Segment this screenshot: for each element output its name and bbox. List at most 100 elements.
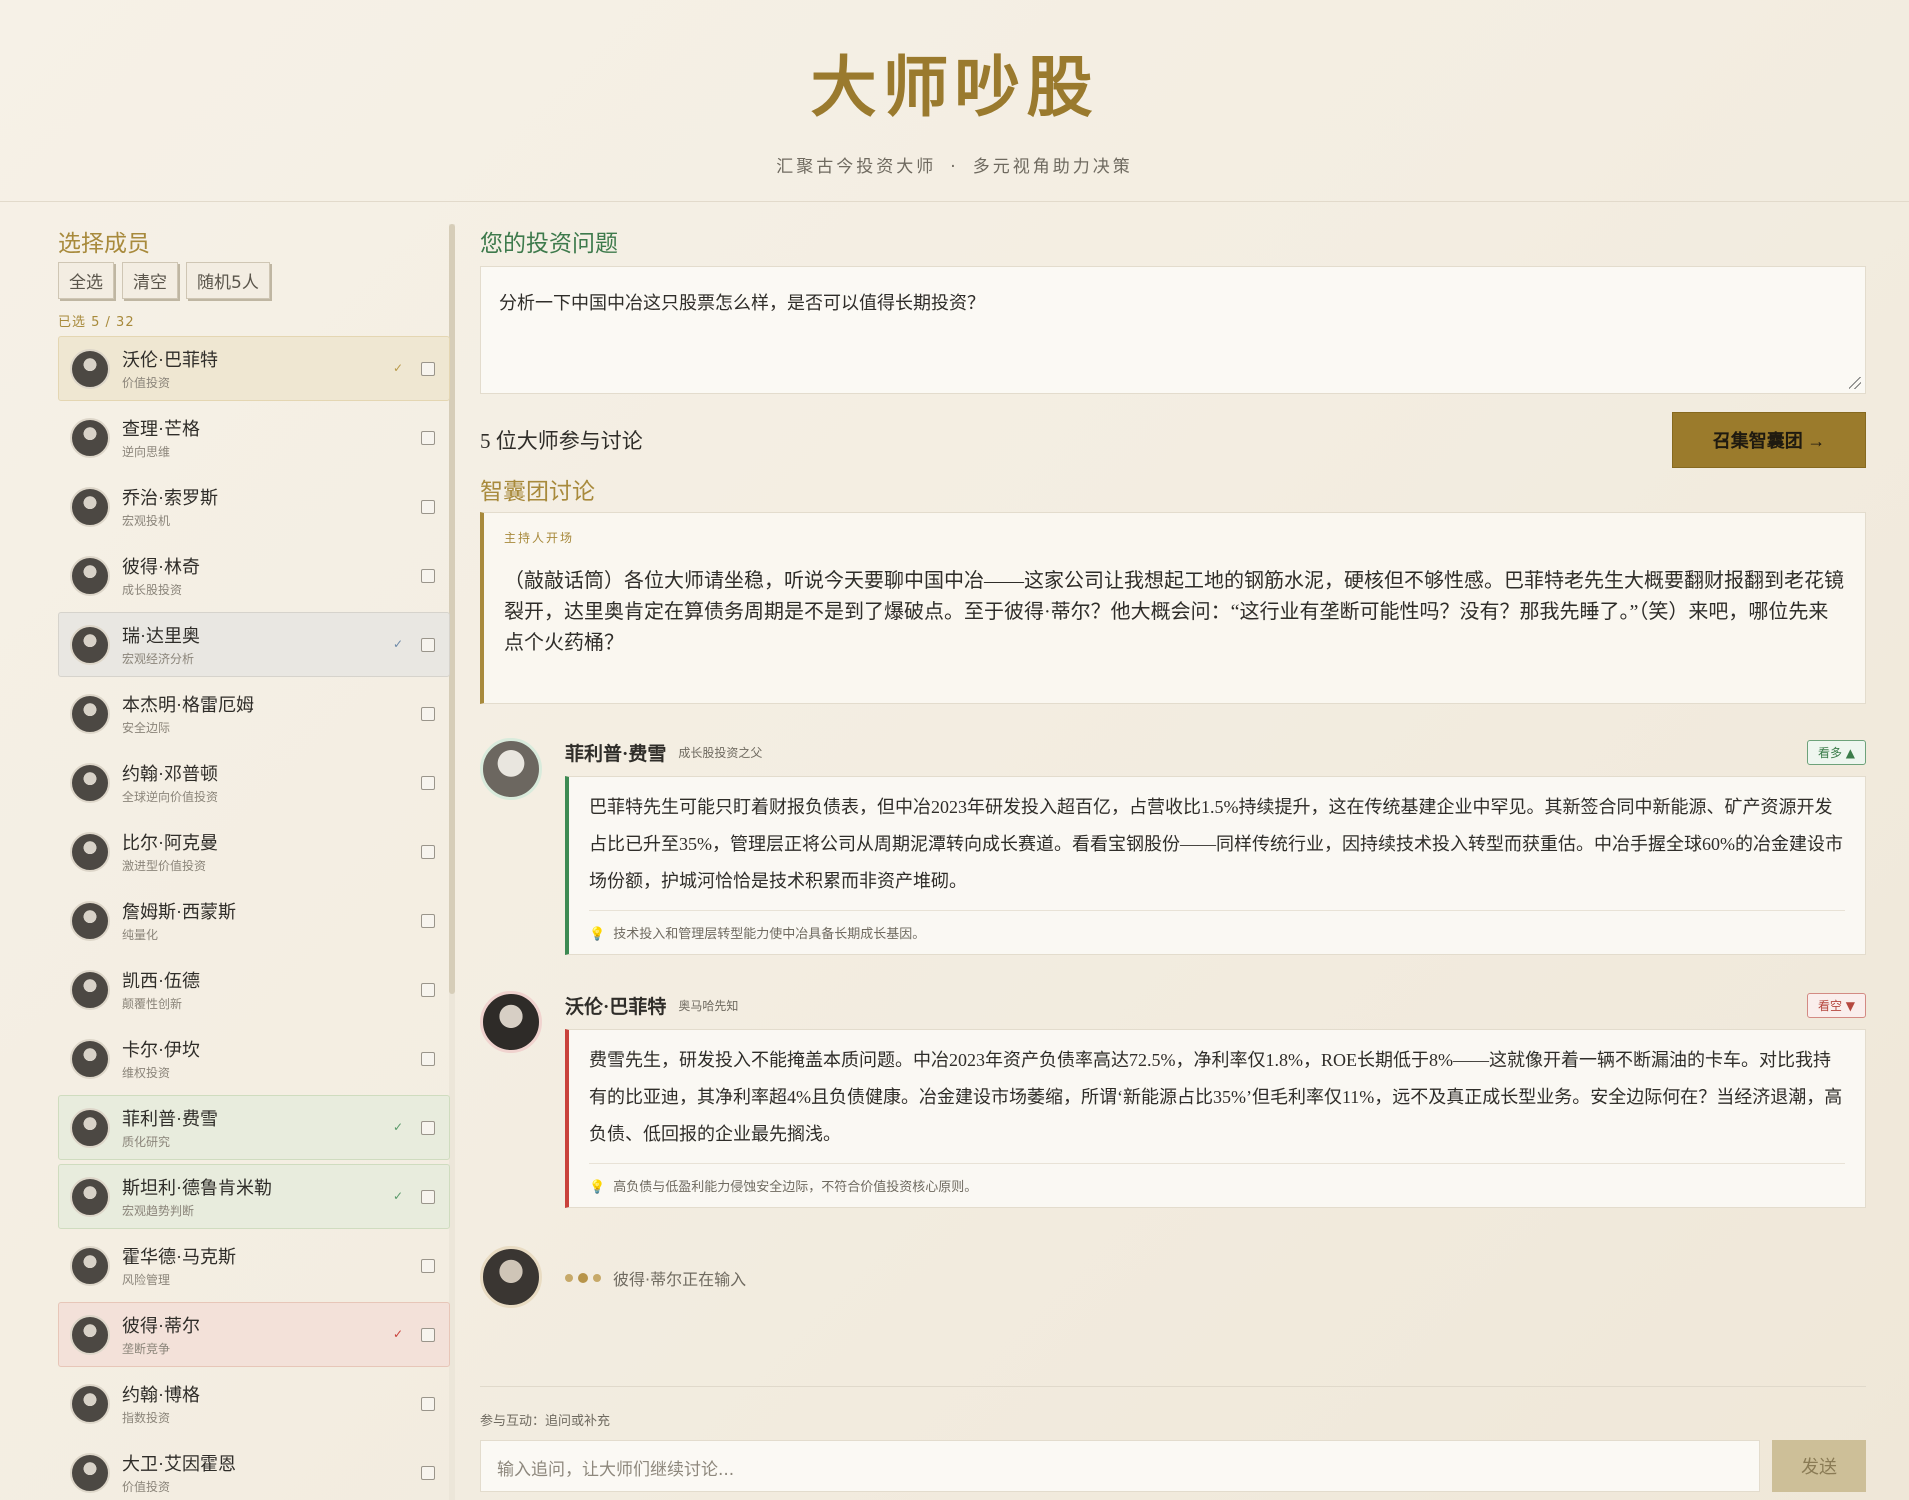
avatar (70, 693, 110, 734)
member-item[interactable]: 瑞·达里奥 宏观经济分析 ✓ (58, 612, 450, 677)
member-text: 乔治·索罗斯 宏观投机 (122, 484, 218, 529)
member-checkbox[interactable] (421, 362, 435, 376)
avatar (70, 348, 110, 389)
stance-badge: 看多 ▲ (1806, 740, 1866, 765)
member-text: 霍华德·马克斯 风险管理 (122, 1243, 236, 1288)
member-name: 大卫·艾因霍恩 (122, 1454, 236, 1474)
member-tag: 宏观投机 (122, 514, 171, 528)
member-item[interactable]: 菲利普·费雪 质化研究 ✓ (58, 1095, 450, 1160)
member-name: 查理·芒格 (122, 419, 200, 439)
member-checkbox[interactable] (421, 500, 435, 514)
stance-badge: 看空 ▼ (1806, 993, 1866, 1018)
send-button[interactable]: 发送 (1772, 1440, 1866, 1492)
member-checkbox[interactable] (421, 638, 435, 652)
message-card: 沃伦·巴菲特 奥马哈先知 看空 ▼ 费雪先生，研发投入不能掩盖本质问题。中冶20… (480, 991, 1866, 1208)
discussion-label: 智囊团讨论 (480, 479, 595, 504)
member-item[interactable]: 乔治·索罗斯 宏观投机 (58, 474, 450, 539)
member-checkbox[interactable] (421, 983, 435, 997)
member-tag: 维权投资 (122, 1066, 171, 1080)
message-header: 沃伦·巴菲特 奥马哈先知 看空 ▼ (565, 991, 1866, 1019)
member-text: 沃伦·巴菲特 价值投资 (122, 346, 218, 391)
member-name: 彼得·林奇 (122, 557, 200, 577)
avatar (70, 1176, 110, 1217)
member-item[interactable]: 查理·芒格 逆向思维 (58, 405, 450, 470)
member-item[interactable]: 约翰·邓普顿 全球逆向价值投资 (58, 750, 450, 815)
member-tag: 价值投资 (122, 1480, 171, 1494)
member-checkbox[interactable] (421, 1121, 435, 1135)
host-label: 主持人开场 (504, 531, 575, 545)
selected-count: 已选 5 / 32 (58, 315, 135, 330)
question-input[interactable]: 分析一下中国中冶这只股票怎么样，是否可以值得长期投资？ (480, 266, 1866, 394)
message-body: 巴菲特先生可能只盯着财报负债表，但中冶2023年研发投入超百亿，占营收比1.5%… (565, 776, 1866, 955)
member-checkbox[interactable] (421, 914, 435, 928)
member-tag: 价值投资 (122, 376, 171, 390)
member-name: 凯西·伍德 (122, 971, 200, 991)
member-checkbox[interactable] (421, 1397, 435, 1411)
member-name: 比尔·阿克曼 (122, 833, 218, 853)
member-item[interactable]: 沃伦·巴菲特 价值投资 ✓ (58, 336, 450, 401)
member-item[interactable]: 彼得·蒂尔 垄断竞争 ✓ (58, 1302, 450, 1367)
divider (480, 1386, 1866, 1387)
member-text: 比尔·阿克曼 激进型价值投资 (122, 829, 218, 874)
member-tag: 指数投资 (122, 1411, 171, 1425)
member-item[interactable]: 约翰·博格 指数投资 (58, 1371, 450, 1436)
avatar (70, 762, 110, 803)
member-checkbox[interactable] (421, 707, 435, 721)
member-item[interactable]: 詹姆斯·西蒙斯 纯量化 (58, 888, 450, 953)
member-item[interactable]: 比尔·阿克曼 激进型价值投资 (58, 819, 450, 884)
host-opening-card: 主持人开场 （敲敲话筒）各位大师请坐稳，听说今天要聊中国中冶——这家公司让我想起… (480, 512, 1866, 704)
member-item[interactable]: 彼得·林奇 成长股投资 (58, 543, 450, 608)
member-tag: 安全边际 (122, 721, 171, 735)
speaker-name: 菲利普·费雪 (565, 743, 667, 765)
random-5-button[interactable]: 随机5人 (186, 262, 270, 299)
message-body: 费雪先生，研发投入不能掩盖本质问题。中冶2023年资产负债率高达72.5%，净利… (565, 1029, 1866, 1208)
member-text: 大卫·艾因霍恩价值投资 (122, 1450, 236, 1495)
avatar (70, 486, 110, 527)
member-tag: 风险管理 (122, 1273, 171, 1287)
member-checkbox[interactable] (421, 1466, 435, 1480)
interact-label: 参与互动：追问或补充 (480, 1414, 611, 1429)
member-checkbox[interactable] (421, 1052, 435, 1066)
member-checkbox[interactable] (421, 845, 435, 859)
avatar (70, 969, 110, 1010)
member-text: 菲利普·费雪 质化研究 (122, 1105, 218, 1150)
member-item[interactable]: 卡尔·伊坎 维权投资 (58, 1026, 450, 1091)
member-text: 本杰明·格雷厄姆 安全边际 (122, 691, 254, 736)
checkmark-icon: ✓ (392, 361, 403, 375)
member-list: 沃伦·巴菲特 价值投资 ✓ 查理·芒格 逆向思维 乔治·索罗斯 宏观投机彼得·林奇 成长股投资… (58, 336, 450, 1500)
member-item[interactable]: 斯坦利·德鲁肯米勒 宏观趋势判断 ✓ (58, 1164, 450, 1229)
member-item[interactable]: 本杰明·格雷厄姆 安全边际 (58, 681, 450, 746)
member-checkbox[interactable] (421, 1190, 435, 1204)
message-summary: 💡 技术投入和管理层转型能力使中冶具备长期成长基因。 (589, 910, 1845, 942)
member-checkbox[interactable] (421, 569, 435, 583)
member-item[interactable]: 霍华德·马克斯 风险管理 (58, 1233, 450, 1298)
message-summary: 💡 高负债与低盈利能力侵蚀安全边际，不符合价值投资核心原则。 (589, 1163, 1845, 1195)
host-text: （敲敲话筒）各位大师请坐稳，听说今天要聊中国中冶——这家公司让我想起工地的钢筋水… (504, 570, 1844, 654)
avatar[interactable] (480, 1246, 542, 1308)
member-checkbox[interactable] (421, 776, 435, 790)
member-tag: 宏观经济分析 (122, 652, 195, 666)
summon-council-button[interactable]: 召集智囊团 → (1672, 412, 1866, 468)
resize-handle-icon[interactable] (1849, 377, 1861, 389)
member-tag: 全球逆向价值投资 (122, 790, 219, 804)
member-checkbox[interactable] (421, 1259, 435, 1273)
message-text: 巴菲特先生可能只盯着财报负债表，但中冶2023年研发投入超百亿，占营收比1.5%… (589, 797, 1843, 891)
member-text: 查理·芒格 逆向思维 (122, 415, 200, 460)
select-all-button[interactable]: 全选 (58, 262, 114, 299)
member-section-title: 选择成员 (58, 231, 150, 256)
member-item[interactable]: 大卫·艾因霍恩价值投资 (58, 1440, 450, 1500)
avatar (70, 1107, 110, 1148)
avatar[interactable] (480, 738, 542, 800)
message-card: 菲利普·费雪 成长股投资之父 看多 ▲ 巴菲特先生可能只盯着财报负债表，但中冶2… (480, 738, 1866, 955)
member-checkbox[interactable] (421, 1328, 435, 1342)
participant-count: 5 位大师参与讨论 (480, 429, 643, 453)
avatar[interactable] (480, 991, 542, 1053)
followup-input[interactable]: 输入追问，让大师们继续讨论... (480, 1440, 1760, 1492)
member-checkbox[interactable] (421, 431, 435, 445)
clear-button[interactable]: 清空 (122, 262, 178, 299)
checkmark-icon: ✓ (392, 1120, 403, 1134)
member-item[interactable]: 凯西·伍德 颠覆性创新 (58, 957, 450, 1022)
avatar (70, 555, 110, 596)
member-text: 卡尔·伊坎 维权投资 (122, 1036, 200, 1081)
member-tag: 垄断竞争 (122, 1342, 171, 1356)
